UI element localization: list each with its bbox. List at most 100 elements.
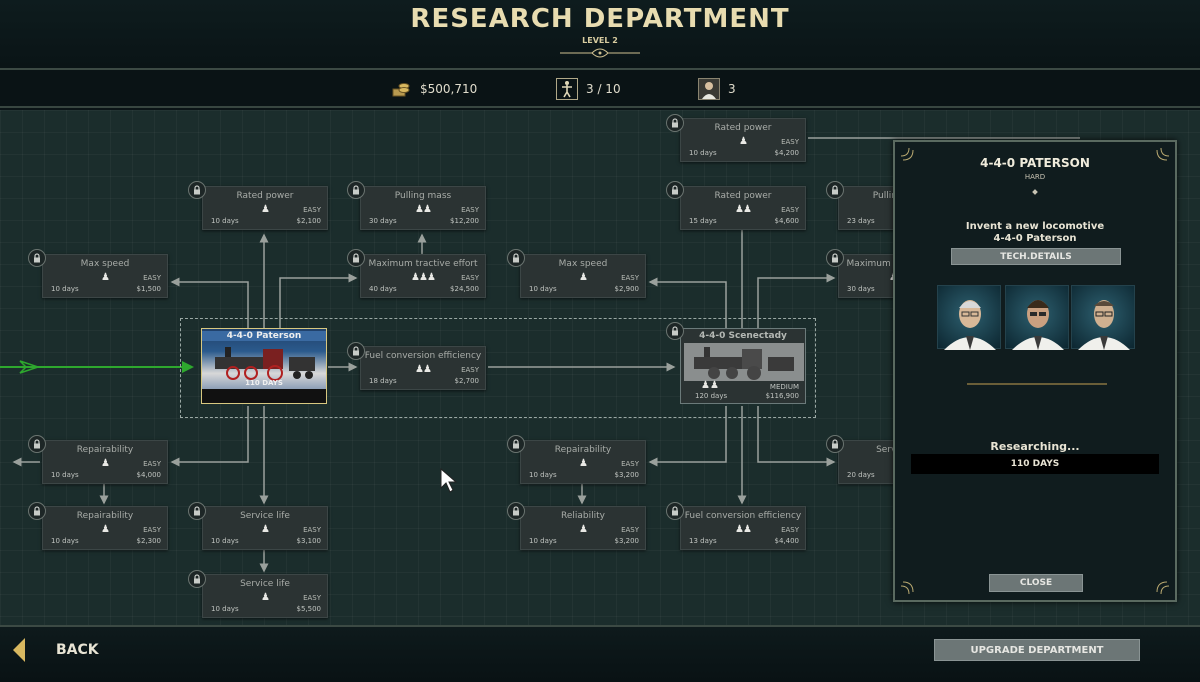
scientist-count-icons: ♟♟ [701, 380, 719, 391]
lock-icon [666, 114, 684, 132]
research-node[interactable]: Max speed ♟ EASY 10 days $1,500 [42, 254, 168, 298]
scientist-icon [698, 78, 720, 100]
research-node[interactable]: Pulling mass ♟♟ EASY 30 days $12,200 [360, 186, 486, 230]
research-node[interactable]: Fuel conversion efficiency ♟♟ EASY 18 da… [360, 346, 486, 390]
research-node[interactable]: Maximum tractive effort ♟♟♟ EASY 40 days… [360, 254, 486, 298]
node-cost: $2,300 [136, 537, 162, 545]
lock-icon [666, 502, 684, 520]
node-cost: $24,500 [450, 285, 479, 293]
research-node[interactable]: Repairability ♟ EASY 10 days $3,200 [520, 440, 646, 484]
footer-bar: BACK UPGRADE DEPARTMENT [0, 625, 1200, 682]
locomotive-title: 4-4-0 Scenectady [699, 331, 787, 341]
node-difficulty: EASY [781, 526, 799, 534]
node-difficulty: EASY [621, 274, 639, 282]
locomotive-icon [684, 343, 804, 381]
research-node[interactable]: Rated power ♟ EASY 10 days $2,100 [202, 186, 328, 230]
node-days: 10 days [51, 285, 79, 293]
node-days: 10 days [211, 605, 239, 613]
page-title: RESEARCH DEPARTMENT [410, 4, 790, 34]
scientist-avatar[interactable] [937, 285, 1001, 350]
divider-dot [1032, 189, 1038, 195]
workers-value: 3 / 10 [586, 82, 621, 96]
locomotive-node-locked[interactable]: 4-4-0 Scenectady ♟♟ MEDIUM 120 days $116… [680, 328, 806, 404]
research-node[interactable]: Rated power ♟ EASY 10 days $4,200 [680, 118, 806, 162]
node-days: 20 days [847, 471, 875, 479]
back-label: BACK [56, 642, 99, 658]
node-title: Maximum tractive effort [368, 259, 478, 269]
lock-icon [507, 249, 525, 267]
node-days: 23 days [847, 217, 875, 225]
node-days: 10 days [529, 471, 557, 479]
research-node[interactable]: Rated power ♟♟ EASY 15 days $4,600 [680, 186, 806, 230]
research-node[interactable]: Reliability ♟ EASY 10 days $3,200 [520, 506, 646, 550]
stats-bar: $500,710 3 / 10 3 [0, 70, 1200, 108]
node-title: Repairability [76, 511, 134, 521]
node-cost: $2,700 [454, 377, 480, 385]
lock-icon [507, 502, 525, 520]
lock-icon [347, 249, 365, 267]
tech-details-button[interactable]: TECH.DETAILS [951, 248, 1121, 265]
research-days-remaining: 110 DAYS [911, 454, 1159, 474]
node-days: 10 days [51, 471, 79, 479]
lock-icon [28, 502, 46, 520]
node-days: 18 days [369, 377, 397, 385]
node-title: Fuel conversion efficiency [364, 351, 482, 361]
locomotive-difficulty: MEDIUM [769, 383, 799, 391]
research-node[interactable]: Service life ♟ EASY 10 days $5,500 [202, 574, 328, 618]
locomotive-icon [215, 347, 315, 381]
node-days: 15 days [689, 217, 717, 225]
node-cost: $4,200 [774, 149, 800, 157]
node-difficulty: EASY [781, 138, 799, 146]
money-stat: $500,710 [390, 77, 477, 101]
node-difficulty: EASY [621, 526, 639, 534]
close-button[interactable]: CLOSE [989, 574, 1083, 592]
money-value: $500,710 [420, 82, 478, 96]
node-title: Fuel conversion efficiency [684, 511, 802, 521]
lock-icon [826, 181, 844, 199]
panel-title: 4-4-0 PATERSON [980, 156, 1090, 170]
research-node[interactable]: Repairability ♟ EASY 10 days $2,300 [42, 506, 168, 550]
node-cost: $3,100 [296, 537, 322, 545]
locomotive-cost: $116,900 [765, 392, 799, 400]
node-title: Rated power [236, 191, 294, 201]
node-difficulty: EASY [303, 594, 321, 602]
lock-icon [188, 570, 206, 588]
scientist-avatar[interactable] [1071, 285, 1135, 350]
node-days: 10 days [51, 537, 79, 545]
lock-icon [666, 181, 684, 199]
research-node[interactable]: Max speed ♟ EASY 10 days $2,900 [520, 254, 646, 298]
node-difficulty: EASY [143, 274, 161, 282]
research-node[interactable]: Fuel conversion efficiency ♟♟ EASY 13 da… [680, 506, 806, 550]
lock-icon [188, 502, 206, 520]
corner-ornament-icon [1156, 581, 1170, 595]
node-cost: $2,900 [614, 285, 640, 293]
node-difficulty: EASY [781, 206, 799, 214]
money-icon [390, 78, 412, 100]
header: RESEARCH DEPARTMENT LEVEL 2 [0, 0, 1200, 70]
research-node[interactable]: Repairability ♟ EASY 10 days $4,000 [42, 440, 168, 484]
panel-description-name: 4-4-0 Paterson [993, 233, 1077, 244]
research-node[interactable]: Service life ♟ EASY 10 days $3,100 [202, 506, 328, 550]
ornament-icon [560, 48, 640, 58]
node-difficulty: EASY [143, 526, 161, 534]
corner-ornament-icon [900, 581, 914, 595]
department-level: LEVEL 2 [582, 36, 618, 45]
node-cost: $12,200 [450, 217, 479, 225]
node-days: 10 days [689, 149, 717, 157]
upgrade-department-button[interactable]: UPGRADE DEPARTMENT [934, 639, 1140, 661]
locomotive-node-active[interactable]: 4-4-0 Paterson 110 DAYS [201, 328, 327, 404]
node-title: Pulling mass [394, 191, 452, 201]
node-days: 10 days [529, 285, 557, 293]
progress-bar [202, 389, 326, 403]
back-button[interactable]: BACK [12, 637, 99, 663]
node-cost: $4,000 [136, 471, 162, 479]
node-days: 30 days [369, 217, 397, 225]
scientists-stat: 3 [698, 77, 736, 101]
scientist-avatar[interactable] [1005, 285, 1069, 350]
node-days: 10 days [211, 217, 239, 225]
back-arrow-icon [13, 638, 25, 662]
panel-divider [967, 383, 1107, 385]
node-difficulty: EASY [621, 460, 639, 468]
node-title: Max speed [80, 259, 130, 269]
node-title: Reliability [561, 511, 605, 521]
